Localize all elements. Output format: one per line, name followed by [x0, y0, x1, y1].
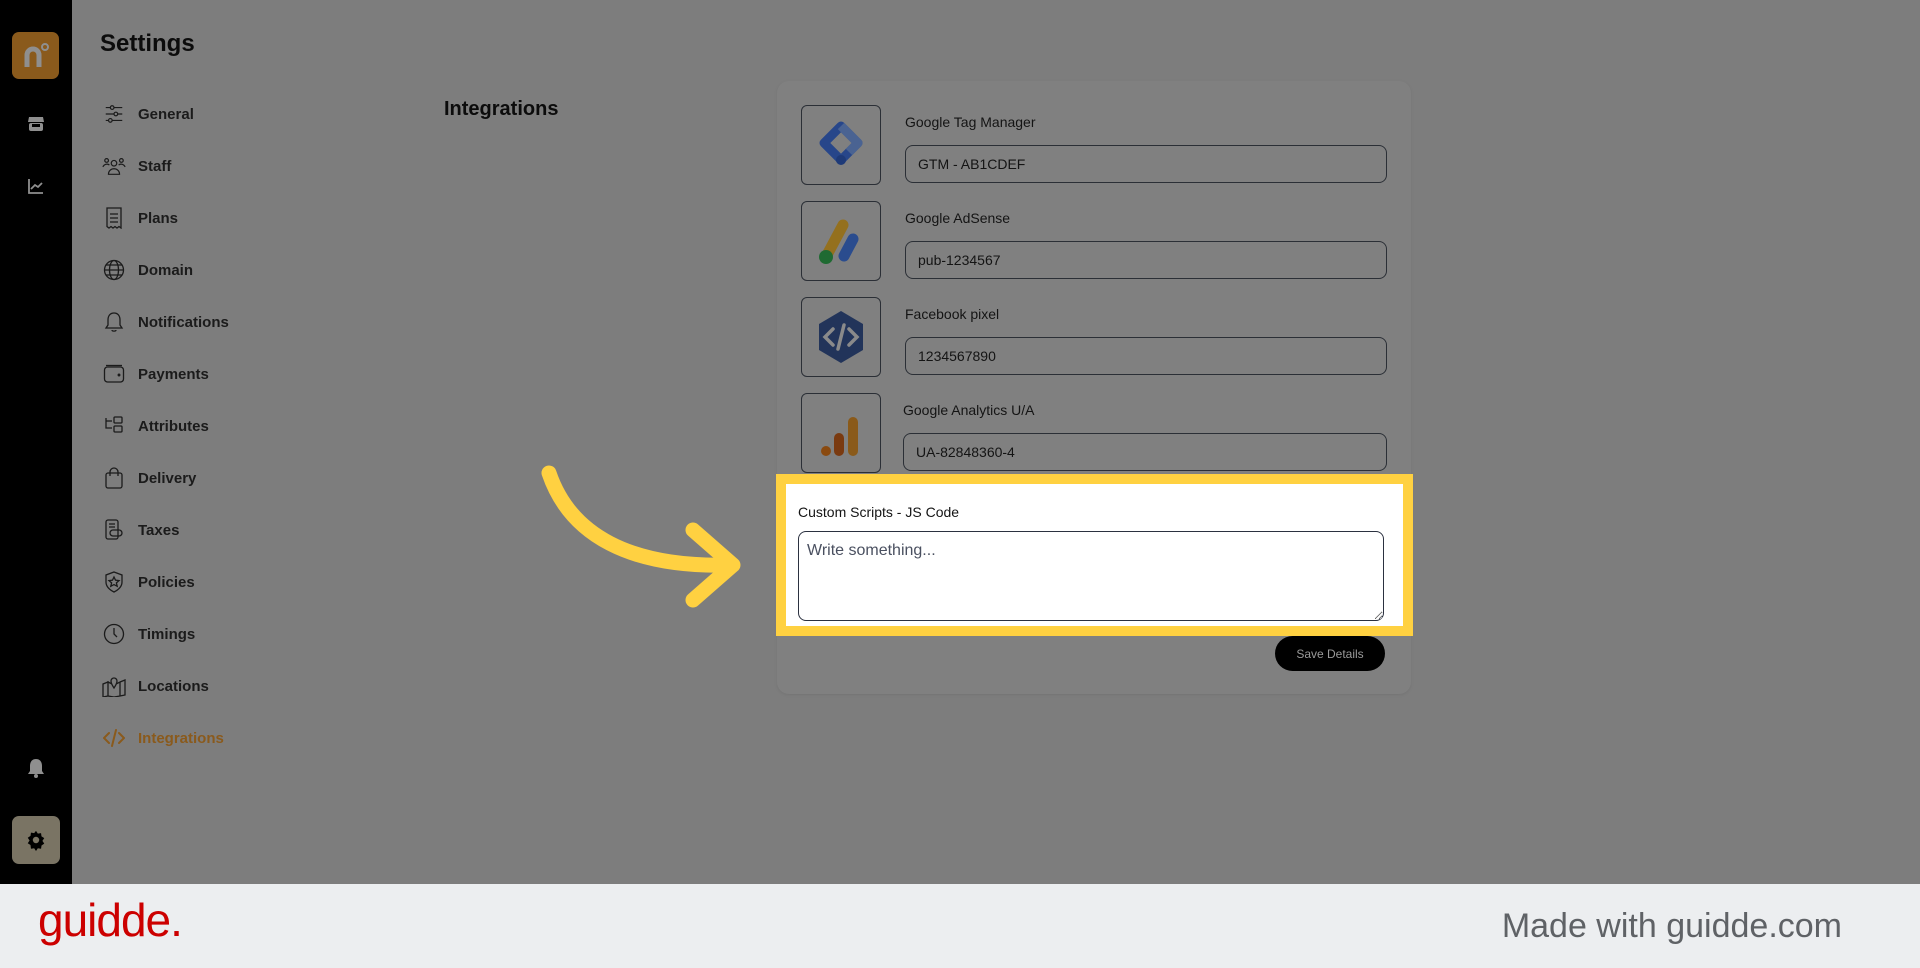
integration-google-tag-manager: Google Tag Manager	[801, 105, 1387, 185]
sidebar-item-staff[interactable]: Staff	[102, 140, 229, 192]
sidebar-item-label: Notifications	[138, 313, 229, 331]
bell-icon[interactable]	[24, 756, 48, 780]
facebook-pixel-logo	[801, 297, 881, 377]
gear-icon	[27, 830, 45, 851]
sidebar-item-label: Timings	[138, 625, 196, 643]
code-icon	[102, 726, 126, 750]
globe-icon	[102, 258, 126, 282]
facebook-pixel-input[interactable]	[905, 337, 1387, 375]
clock-icon	[102, 622, 126, 646]
sidebar-item-label: Policies	[138, 573, 195, 591]
map-pin-icon	[102, 674, 126, 698]
sidebar-item-label: Attributes	[138, 417, 209, 435]
save-details-button[interactable]: Save Details	[1275, 636, 1385, 671]
sidebar-item-delivery[interactable]: Delivery	[102, 452, 229, 504]
integration-google-analytics: Google Analytics U/A	[801, 393, 1387, 473]
settings-button[interactable]	[12, 816, 60, 864]
settings-title: Settings	[100, 30, 195, 57]
sidebar-item-label: Staff	[138, 157, 172, 175]
folder-tree-icon	[102, 414, 126, 438]
sidebar-item-label: Payments	[138, 365, 209, 383]
tax-receipt-icon	[102, 518, 126, 542]
sidebar-item-timings[interactable]: Timings	[102, 608, 229, 660]
sidebar-item-domain[interactable]: Domain	[102, 244, 229, 296]
made-with-text: Made with guidde.com	[1501, 907, 1842, 945]
guidde-logo: guidde.	[38, 894, 183, 946]
sidebar-item-taxes[interactable]: Taxes	[102, 504, 229, 556]
sidebar-item-label: Locations	[138, 677, 209, 695]
main-content: Integrations Google Tag Manager GTM - AB…	[385, 0, 1920, 884]
integration-name: Google Tag Manager	[905, 114, 1036, 130]
logo-icon	[24, 42, 49, 67]
users-icon	[102, 154, 126, 178]
integration-name: Google AdSense	[905, 210, 1011, 226]
sidebar-item-attributes[interactable]: Attributes	[102, 400, 229, 452]
app: Settings General Staff Plans Domain Notifica…	[0, 0, 1920, 884]
sidebar-item-label: General	[138, 105, 194, 123]
sidebar-item-label: Delivery	[138, 469, 197, 487]
icon-rail	[0, 0, 72, 884]
receipt-icon	[102, 206, 126, 230]
store-icon[interactable]	[24, 112, 48, 136]
custom-scripts-highlight: Custom Scripts - JS Code	[776, 474, 1413, 636]
sidebar-item-notifications[interactable]: Notifications	[102, 296, 229, 348]
sidebar-item-label: Integrations	[138, 729, 224, 747]
google-adsense-logo	[801, 201, 881, 281]
chart-line-icon[interactable]	[24, 174, 48, 198]
app-logo[interactable]	[12, 32, 59, 79]
integration-google-adsense: Google AdSense	[801, 201, 1387, 281]
sidebar-item-locations[interactable]: Locations	[102, 660, 229, 712]
sidebar-item-label: Taxes	[138, 521, 180, 539]
custom-scripts-section: Custom Scripts - JS Code	[786, 484, 1403, 626]
integration-name: Google Analytics U/A	[903, 402, 1035, 418]
analytics-id-input[interactable]	[903, 433, 1387, 471]
integration-name: Facebook pixel	[905, 306, 1000, 322]
settings-nav: General Staff Plans Domain Notifications Paym…	[102, 88, 229, 764]
sidebar-item-label: Domain	[138, 261, 194, 279]
section-title: Integrations	[444, 98, 559, 120]
adsense-id-input[interactable]	[905, 241, 1387, 279]
sidebar-item-payments[interactable]: Payments	[102, 348, 229, 400]
sidebar-item-policies[interactable]: Policies	[102, 556, 229, 608]
sidebar-item-plans[interactable]: Plans	[102, 192, 229, 244]
bag-icon	[102, 466, 126, 490]
sliders-icon	[102, 102, 126, 126]
custom-scripts-textarea[interactable]	[798, 531, 1384, 621]
sidebar-item-label: Plans	[138, 209, 179, 227]
google-tag-manager-logo	[801, 105, 881, 185]
custom-scripts-label: Custom Scripts - JS Code	[798, 504, 960, 520]
shield-star-icon	[102, 570, 126, 594]
gtm-id-input[interactable]	[905, 145, 1387, 183]
integration-facebook-pixel: Facebook pixel	[801, 297, 1387, 377]
sidebar-item-general[interactable]: General	[102, 88, 229, 140]
settings-sidebar: Settings General Staff Plans Domain Notifica…	[72, 0, 385, 884]
google-analytics-logo	[801, 393, 881, 473]
sidebar-item-integrations[interactable]: Integrations	[102, 712, 229, 764]
bell-icon	[102, 310, 126, 334]
wallet-icon	[102, 362, 126, 386]
